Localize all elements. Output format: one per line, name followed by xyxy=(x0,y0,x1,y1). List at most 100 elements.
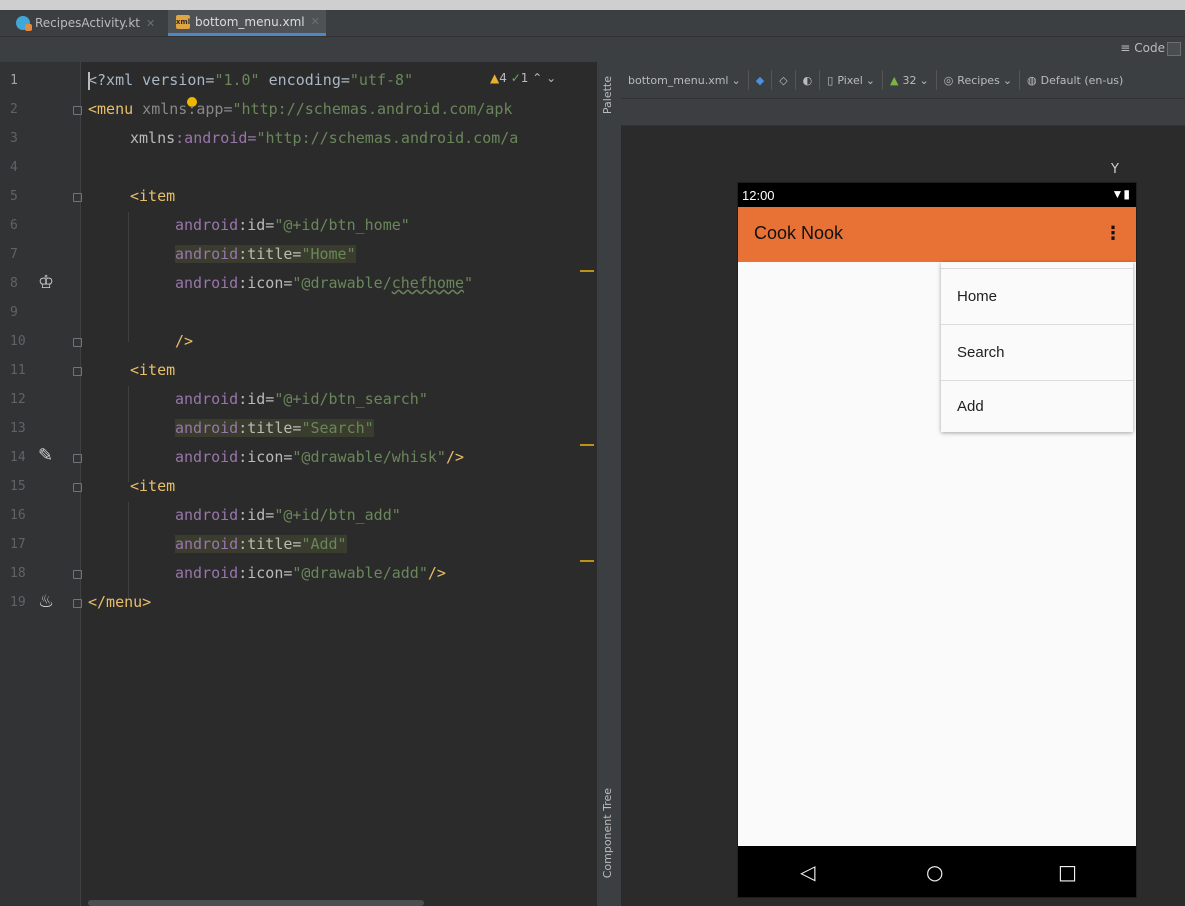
wifi-battery-icon: ▼▮ xyxy=(1111,187,1130,201)
rotate-icon[interactable]: ◇ xyxy=(772,70,796,90)
home-icon[interactable]: ○ xyxy=(926,860,943,884)
line-number: 10 xyxy=(10,334,26,349)
line-number: 18 xyxy=(10,566,26,581)
tab-label: RecipesActivity.kt xyxy=(35,16,140,30)
device-selector[interactable]: ▯ Pixel ⌄ xyxy=(820,70,883,90)
code-line-18: android:icon="@drawable/add"/> xyxy=(175,564,446,582)
code-line-8: android:icon="@drawable/chefhome" xyxy=(175,274,474,292)
code-line-17: android:title="Add" xyxy=(175,535,347,553)
menu-item-add[interactable]: Add xyxy=(941,380,1133,432)
menu-item-home[interactable]: Home xyxy=(941,268,1133,324)
fold-marker-icon[interactable] xyxy=(73,367,82,376)
code-line-6: android:id="@+id/btn_home" xyxy=(175,216,410,234)
horizontal-scrollbar[interactable] xyxy=(88,900,424,906)
chevron-down-icon: ⌄ xyxy=(731,73,741,87)
code-editor[interactable]: 1 2 3 4 5 6 7 8 9 10 11 12 13 14 15 16 1… xyxy=(0,62,596,906)
fold-marker-icon[interactable] xyxy=(73,106,82,115)
warning-marker[interactable] xyxy=(580,444,594,446)
design-side-panel: Palette Component Tree xyxy=(596,62,622,906)
app-title: Cook Nook xyxy=(754,223,844,243)
line-number: 4 xyxy=(10,160,18,175)
chevron-up-icon[interactable]: ⌃ xyxy=(532,71,542,85)
app-bar: Cook Nook ⋮ xyxy=(738,207,1136,262)
globe-icon: ◍ xyxy=(1027,73,1037,87)
code-line-5: <item xyxy=(130,187,176,205)
design-subtoolbar xyxy=(621,99,1185,126)
layers-icon[interactable]: ◆ xyxy=(749,70,773,90)
android-icon: ▲ xyxy=(890,73,899,87)
code-line-10: /> xyxy=(175,332,194,350)
code-view-button[interactable]: ≡ Code xyxy=(1120,41,1165,55)
line-number: 1 xyxy=(10,73,18,88)
line-number: 15 xyxy=(10,479,26,494)
phone-icon: ▯ xyxy=(827,73,834,87)
status-bar: 12:00 ▼▮ xyxy=(738,183,1136,207)
code-view-label: Code xyxy=(1134,41,1165,55)
recents-icon[interactable]: □ xyxy=(1058,860,1077,884)
line-number: 3 xyxy=(10,131,18,146)
window-top-frame xyxy=(0,0,1185,10)
tab-bottom-menu-xml[interactable]: xml bottom_menu.xml ✕ xyxy=(168,10,326,36)
design-preview-pane: bottom_menu.xml ⌄ ◆ ◇ ◐ ▯ Pixel ⌄ ▲ 32 ⌄ ◎ Rec… xyxy=(621,62,1185,906)
code-line-12: android:id="@+id/btn_search" xyxy=(175,390,428,408)
line-number: 5 xyxy=(10,189,18,204)
lines-icon: ≡ xyxy=(1120,41,1131,55)
check-icon: ✓ xyxy=(510,71,521,85)
api-selector[interactable]: ▲ 32 ⌄ xyxy=(883,70,937,90)
line-number: 6 xyxy=(10,218,18,233)
code-line-19: </menu> xyxy=(88,593,152,611)
split-view-icon[interactable] xyxy=(1167,42,1181,56)
line-number: 11 xyxy=(10,363,26,378)
fold-marker-icon[interactable] xyxy=(73,483,82,492)
line-number: 8 xyxy=(10,276,18,291)
kotlin-file-icon xyxy=(16,16,32,31)
fold-marker-icon[interactable] xyxy=(73,193,82,202)
indent-guide xyxy=(128,212,129,342)
fold-marker-icon[interactable] xyxy=(73,338,82,347)
back-icon[interactable]: ◁ xyxy=(800,860,815,884)
device-preview: 12:00 ▼▮ Cook Nook ⋮ Home Search Add ◁ ○… xyxy=(738,183,1136,897)
night-mode-icon[interactable]: ◐ xyxy=(796,70,821,90)
pin-icon[interactable]: Y xyxy=(1111,162,1119,177)
theme-selector[interactable]: ◎ Recipes ⌄ xyxy=(937,70,1021,90)
fold-marker-icon[interactable] xyxy=(73,454,82,463)
line-number: 14 xyxy=(10,450,26,465)
navigation-bar: ◁ ○ □ xyxy=(738,846,1136,897)
editor-gutter: 1 2 3 4 5 6 7 8 9 10 11 12 13 14 15 16 1… xyxy=(0,62,82,906)
palette-tab[interactable]: Palette xyxy=(601,76,614,114)
status-time: 12:00 xyxy=(742,188,775,203)
theme-icon: ◎ xyxy=(943,73,954,87)
indent-guide xyxy=(128,386,129,482)
chevron-down-icon[interactable]: ⌄ xyxy=(546,71,556,85)
line-number: 7 xyxy=(10,247,18,262)
whisk-icon[interactable]: ✎ xyxy=(38,445,53,466)
code-line-7: android:title="Home" xyxy=(175,245,356,263)
line-number: 9 xyxy=(10,305,18,320)
fold-marker-icon[interactable] xyxy=(73,599,82,608)
line-number: 19 xyxy=(10,595,26,610)
code-line-1: <?xml version="1.0" encoding="utf-8" xyxy=(88,71,414,89)
warning-marker[interactable] xyxy=(580,560,594,562)
menu-item-search[interactable]: Search xyxy=(941,324,1133,380)
code-line-13: android:title="Search" xyxy=(175,419,374,437)
fold-marker-icon[interactable] xyxy=(73,570,82,579)
tab-recipes-activity[interactable]: RecipesActivity.kt ✕ xyxy=(8,10,168,36)
inspection-widget[interactable]: ▲4 ✓1 ⌃ ⌄ xyxy=(490,71,556,85)
add-pot-icon[interactable]: ♨ xyxy=(38,591,54,612)
line-number: 2 xyxy=(10,102,18,117)
code-line-15: <item xyxy=(130,477,176,495)
close-icon[interactable]: ✕ xyxy=(311,15,320,28)
warning-icon: ▲ xyxy=(490,71,500,85)
file-selector[interactable]: bottom_menu.xml ⌄ xyxy=(621,70,749,90)
locale-selector[interactable]: ◍ Default (en-us) xyxy=(1020,70,1130,90)
component-tree-tab[interactable]: Component Tree xyxy=(601,788,614,878)
code-line-3: xmlns:android="http://schemas.android.co… xyxy=(130,129,519,147)
chef-hat-icon[interactable]: ♔ xyxy=(38,272,54,293)
tab-label: bottom_menu.xml xyxy=(195,14,305,29)
line-number: 13 xyxy=(10,421,26,436)
overflow-menu-icon[interactable]: ⋮ xyxy=(1104,223,1122,244)
warning-marker[interactable] xyxy=(580,270,594,272)
code-line-14: android:icon="@drawable/whisk"/> xyxy=(175,448,464,466)
close-icon[interactable]: ✕ xyxy=(146,17,155,30)
code-line-11: <item xyxy=(130,361,176,379)
